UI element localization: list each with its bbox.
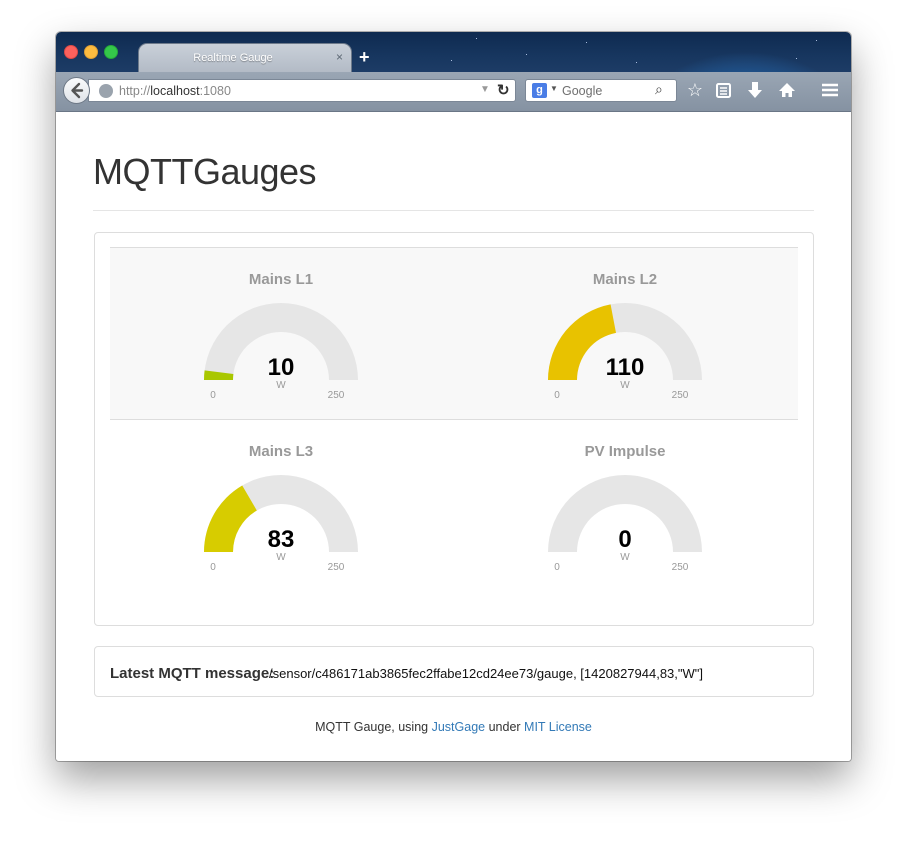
latest-message-panel: Latest MQTT message: /sensor/c486171ab38… bbox=[94, 646, 814, 697]
gauge-max-label: 250 bbox=[671, 562, 689, 573]
gauge-pv-impulse: PV Impulse 0 W 0 250 bbox=[525, 443, 725, 583]
maximize-window-button[interactable] bbox=[104, 45, 118, 59]
back-button[interactable] bbox=[63, 77, 90, 104]
gauge-mains-l3: Mains L3 83 W 0 250 bbox=[181, 443, 381, 583]
clipboard-icon[interactable] bbox=[713, 78, 735, 102]
url-bar[interactable]: http://localhost:1080 ▼ ↻ bbox=[88, 79, 516, 102]
gauge-min-label: 0 bbox=[554, 390, 560, 401]
gauge-mains-l1: Mains L1 10 W 0 250 bbox=[181, 271, 381, 411]
new-tab-button[interactable]: + bbox=[359, 48, 370, 66]
gauge-value: 10 bbox=[267, 354, 295, 381]
history-dropdown-icon[interactable]: ▼ bbox=[480, 84, 490, 95]
gauge-max-label: 250 bbox=[671, 390, 689, 401]
latest-message-label: Latest MQTT message: bbox=[110, 665, 275, 682]
browser-window: Realtime Gauge × + http://localhost:1080… bbox=[56, 32, 851, 761]
search-engine-dropdown-icon[interactable]: ▼ bbox=[550, 84, 558, 93]
page-content: MQTTGauges Mains L1 10 W 0 250 Mains L2 bbox=[56, 112, 851, 761]
title-divider bbox=[93, 210, 814, 211]
gauge-max-label: 250 bbox=[327, 562, 345, 573]
gauge-min-label: 0 bbox=[210, 562, 216, 573]
reload-icon[interactable]: ↻ bbox=[497, 81, 510, 99]
hamburger-menu-icon[interactable] bbox=[819, 78, 841, 102]
minimize-window-button[interactable] bbox=[84, 45, 98, 59]
home-icon[interactable] bbox=[776, 78, 798, 102]
footer: MQTT Gauge, using JustGage under MIT Lic… bbox=[56, 720, 851, 734]
star-icon[interactable]: ☆ bbox=[684, 78, 706, 102]
browser-tab[interactable]: Realtime Gauge × bbox=[138, 43, 352, 73]
gauge-value: 0 bbox=[618, 526, 632, 553]
gauge-value: 83 bbox=[267, 526, 295, 553]
mit-license-link[interactable]: MIT License bbox=[524, 720, 592, 734]
gauge-value: 110 bbox=[605, 354, 645, 381]
navigation-bar: http://localhost:1080 ▼ ↻ g ▼ Google ⌕ ☆ bbox=[56, 72, 851, 112]
gauge-min-label: 0 bbox=[210, 390, 216, 401]
download-arrow-icon[interactable] bbox=[744, 78, 766, 102]
tab-title: Realtime Gauge bbox=[193, 52, 273, 64]
justgage-link[interactable]: JustGage bbox=[432, 720, 486, 734]
tab-close-icon[interactable]: × bbox=[336, 50, 343, 64]
close-window-button[interactable] bbox=[64, 45, 78, 59]
gauge-mains-l2: Mains L2 110 W 0 250 bbox=[525, 271, 725, 411]
title-bar: Realtime Gauge × + bbox=[56, 32, 851, 73]
gauge-min-label: 0 bbox=[554, 562, 560, 573]
url-text[interactable]: http://localhost:1080 bbox=[119, 84, 231, 98]
latest-message-text: /sensor/c486171ab3865fec2ffabe12cd24ee73… bbox=[269, 666, 704, 681]
gauges-panel: Mains L1 10 W 0 250 Mains L2 110 W 0 250… bbox=[94, 232, 814, 626]
back-arrow-icon bbox=[71, 82, 84, 99]
footer-prefix: MQTT Gauge, using bbox=[315, 720, 432, 734]
search-input[interactable]: Google bbox=[562, 84, 602, 98]
search-icon[interactable]: ⌕ bbox=[655, 81, 663, 98]
footer-middle: under bbox=[485, 720, 525, 734]
search-bar[interactable]: g ▼ Google ⌕ bbox=[525, 79, 677, 102]
gauge-max-label: 250 bbox=[327, 390, 345, 401]
google-logo-icon[interactable]: g bbox=[532, 83, 547, 98]
page-title: MQTTGauges bbox=[93, 151, 317, 192]
globe-icon bbox=[99, 84, 113, 98]
